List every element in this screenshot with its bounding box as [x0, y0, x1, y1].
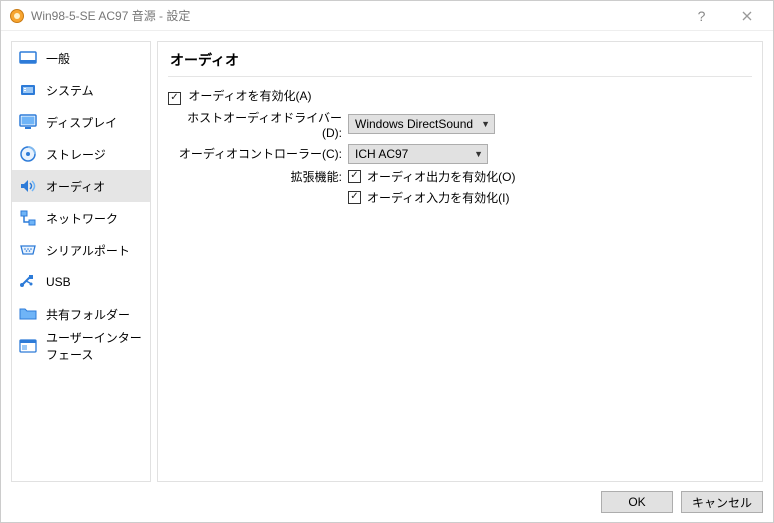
audio-out-label[interactable]: オーディオ出力を有効化(O)	[367, 168, 516, 185]
host-driver-value: Windows DirectSound	[355, 117, 473, 131]
body: 一般 システム ディスプレイ ストレージ	[1, 31, 773, 488]
row-ext-in: オーディオ入力を有効化(I)	[168, 189, 752, 206]
main-panel: オーディオ オーディオを有効化(A) ホストオーディオドライバー(D): Win…	[157, 41, 763, 482]
titlebar-buttons: ?	[679, 2, 769, 30]
sidebar-item-label: 一般	[46, 50, 70, 67]
sidebar-item-shared-folders[interactable]: 共有フォルダー	[12, 298, 150, 330]
sidebar-item-display[interactable]: ディスプレイ	[12, 106, 150, 138]
footer: OK キャンセル	[1, 488, 773, 522]
cancel-button[interactable]: キャンセル	[681, 491, 763, 513]
general-icon	[18, 48, 38, 68]
chevron-down-icon: ▼	[481, 119, 490, 129]
app-icon	[9, 8, 25, 24]
enable-audio-checkbox[interactable]	[168, 92, 181, 105]
panel-heading: オーディオ	[168, 48, 752, 77]
sidebar-item-storage[interactable]: ストレージ	[12, 138, 150, 170]
display-icon	[18, 112, 38, 132]
sidebar-item-label: ディスプレイ	[46, 114, 117, 131]
sidebar-item-ui[interactable]: ユーザーインターフェース	[12, 330, 150, 362]
audio-out-checkbox[interactable]	[348, 170, 361, 183]
chevron-down-icon: ▼	[474, 149, 483, 159]
row-ext-out: 拡張機能: オーディオ出力を有効化(O)	[168, 168, 752, 185]
window-title: Win98-5-SE AC97 音源 - 設定	[31, 7, 679, 24]
usb-icon	[18, 272, 38, 292]
sidebar-item-label: USB	[46, 275, 71, 289]
ok-button[interactable]: OK	[601, 491, 673, 513]
settings-window: Win98-5-SE AC97 音源 - 設定 ? 一般 システム	[0, 0, 774, 523]
close-button[interactable]	[724, 2, 769, 30]
system-icon	[18, 80, 38, 100]
audio-in-label[interactable]: オーディオ入力を有効化(I)	[367, 189, 510, 206]
serial-icon	[18, 240, 38, 260]
controller-label: オーディオコントローラー(C):	[168, 145, 348, 162]
ui-icon	[18, 336, 38, 356]
titlebar: Win98-5-SE AC97 音源 - 設定 ?	[1, 1, 773, 31]
controller-combo[interactable]: ICH AC97 ▼	[348, 144, 488, 164]
sidebar-item-label: システム	[46, 82, 94, 99]
sidebar-item-label: ネットワーク	[46, 210, 118, 227]
sidebar-item-usb[interactable]: USB	[12, 266, 150, 298]
sidebar-item-label: オーディオ	[46, 178, 105, 195]
help-button[interactable]: ?	[679, 2, 724, 30]
sidebar-item-network[interactable]: ネットワーク	[12, 202, 150, 234]
controller-value: ICH AC97	[355, 147, 408, 161]
ext-label: 拡張機能:	[168, 168, 348, 185]
sidebar-item-serial[interactable]: シリアルポート	[12, 234, 150, 266]
sidebar-item-label: シリアルポート	[46, 242, 130, 259]
storage-icon	[18, 144, 38, 164]
sidebar-item-label: 共有フォルダー	[46, 306, 130, 323]
audio-in-checkbox[interactable]	[348, 191, 361, 204]
folder-icon	[18, 304, 38, 324]
sidebar-item-system[interactable]: システム	[12, 74, 150, 106]
host-driver-combo[interactable]: Windows DirectSound ▼	[348, 114, 495, 134]
ok-button-label: OK	[628, 495, 645, 509]
sidebar-item-label: ストレージ	[46, 146, 106, 163]
sidebar-item-audio[interactable]: オーディオ	[12, 170, 150, 202]
host-driver-label: ホストオーディオドライバー(D):	[168, 109, 348, 140]
row-controller: オーディオコントローラー(C): ICH AC97 ▼	[168, 144, 752, 164]
audio-icon	[18, 176, 38, 196]
sidebar: 一般 システム ディスプレイ ストレージ	[11, 41, 151, 482]
row-enable-audio: オーディオを有効化(A)	[168, 87, 752, 105]
sidebar-item-label: ユーザーインターフェース	[46, 329, 144, 363]
cancel-button-label: キャンセル	[692, 494, 752, 511]
row-host-driver: ホストオーディオドライバー(D): Windows DirectSound ▼	[168, 109, 752, 140]
sidebar-item-general[interactable]: 一般	[12, 42, 150, 74]
enable-audio-label[interactable]: オーディオを有効化(A)	[188, 89, 311, 103]
network-icon	[18, 208, 38, 228]
